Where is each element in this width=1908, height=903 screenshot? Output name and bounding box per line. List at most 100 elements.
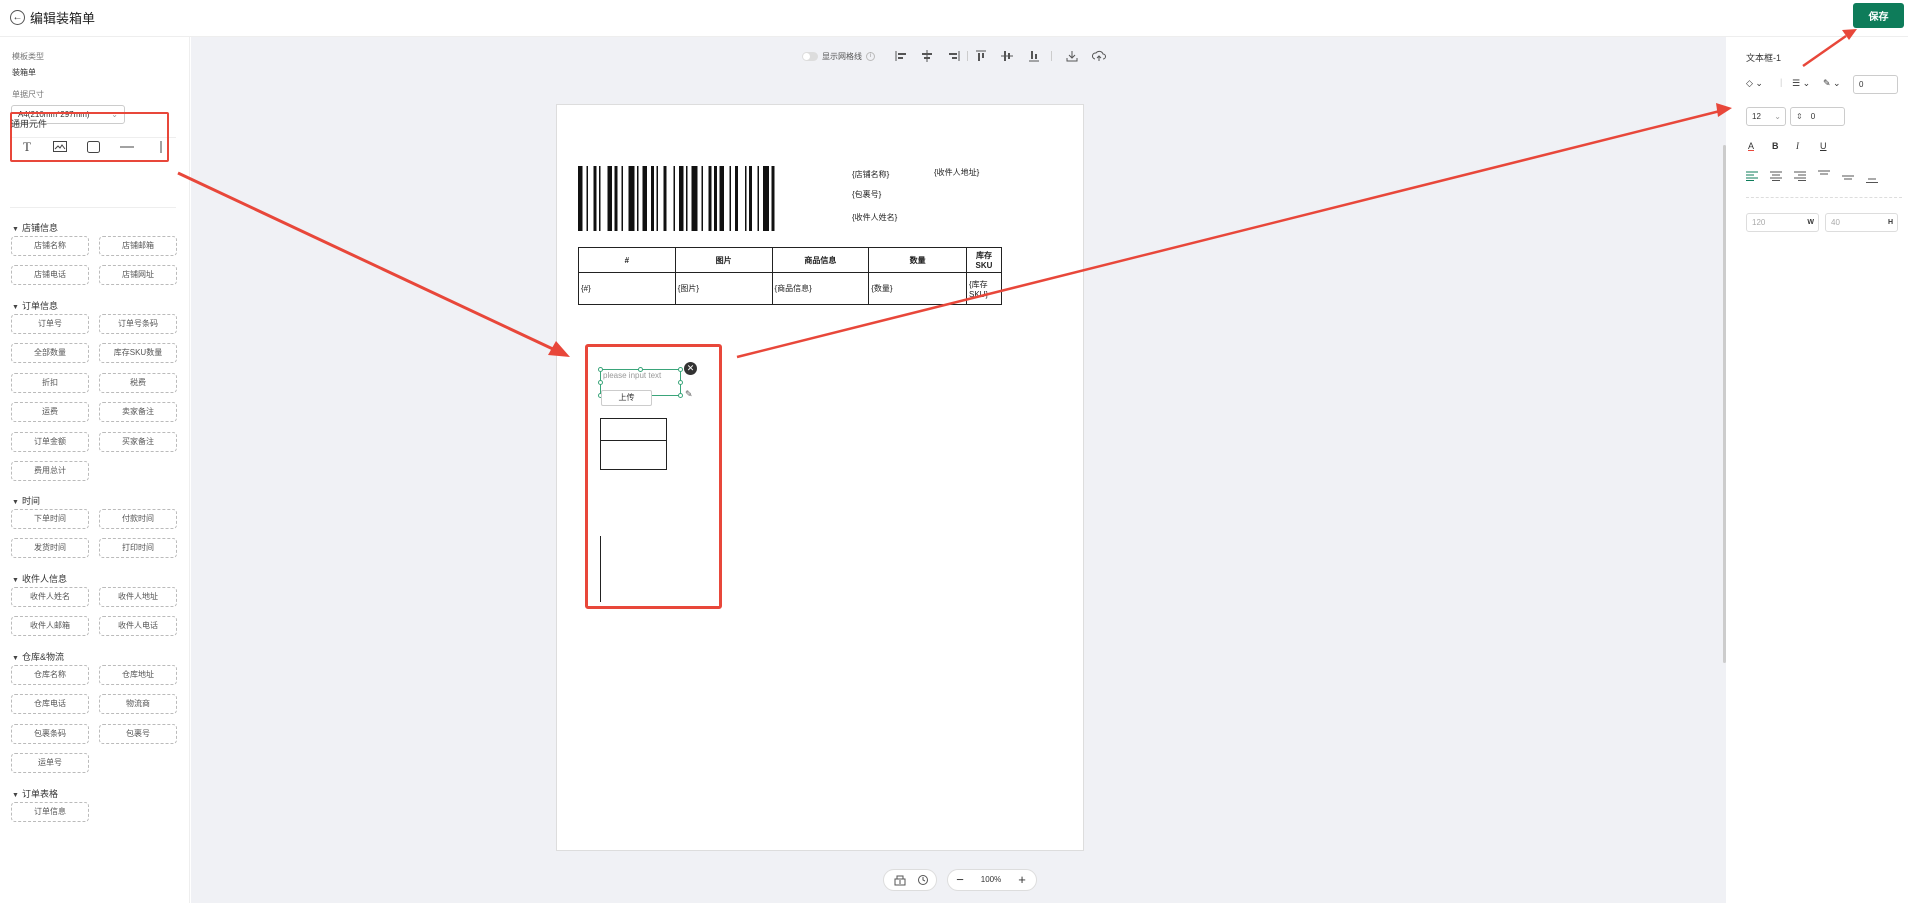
field-chip[interactable]: 仓库电话 <box>11 694 89 714</box>
field-chip[interactable]: 全部数量 <box>11 343 89 363</box>
text-align-right-icon[interactable] <box>1794 171 1806 181</box>
save-button[interactable]: 保存 <box>1853 3 1904 28</box>
section-title[interactable]: ▼ 订单信息 <box>12 299 58 312</box>
width-input[interactable]: 120 W <box>1746 213 1819 232</box>
recipient-address-placeholder[interactable]: {收件人地址} <box>934 167 979 178</box>
vertical-align-bottom-icon[interactable] <box>1866 174 1878 184</box>
field-chip[interactable]: 收件人电话 <box>99 616 177 636</box>
close-icon[interactable]: ✕ <box>684 362 697 375</box>
align-center-h-icon[interactable] <box>920 49 934 63</box>
height-input[interactable]: 40 H <box>1825 213 1898 232</box>
field-chip[interactable]: 费用总计 <box>11 461 89 481</box>
vertical-line-element[interactable] <box>600 536 601 602</box>
field-chip[interactable]: 订单号条码 <box>99 314 177 334</box>
align-left-icon[interactable] <box>894 49 908 63</box>
text-align-left-icon[interactable] <box>1746 171 1758 181</box>
field-chip[interactable]: 买家备注 <box>99 432 177 452</box>
font-color-button[interactable]: A <box>1748 141 1754 151</box>
field-chip[interactable]: 收件人姓名 <box>11 587 89 607</box>
field-chip[interactable]: 订单金额 <box>11 432 89 452</box>
field-chip[interactable]: 收件人地址 <box>99 587 177 607</box>
upload-button[interactable]: 上传 <box>601 390 652 406</box>
section-title-label: 时间 <box>21 496 40 506</box>
field-chip[interactable]: 运费 <box>11 402 89 422</box>
field-chip[interactable]: 税费 <box>99 373 177 393</box>
caret-down-icon: ▼ <box>12 577 19 584</box>
field-chip[interactable]: 物流商 <box>99 694 177 714</box>
section-title[interactable]: ▼ 收件人信息 <box>12 572 67 585</box>
import-icon[interactable] <box>1065 49 1079 63</box>
rect-tool-icon[interactable] <box>82 137 104 157</box>
field-chip[interactable]: 店铺邮箱 <box>99 236 177 256</box>
section-title[interactable]: ▼ 订单表格 <box>12 787 58 800</box>
resize-handle[interactable] <box>678 367 683 372</box>
field-chip[interactable]: 订单号 <box>11 314 89 334</box>
edit-icon[interactable]: ✎ <box>685 389 693 400</box>
border-style-icon[interactable]: ☰ ⌄ <box>1792 78 1810 89</box>
field-chip[interactable]: 店铺电话 <box>11 265 89 285</box>
bold-button[interactable]: B <box>1772 141 1779 151</box>
fill-color-icon[interactable]: ◇ ⌄ <box>1746 78 1763 89</box>
zoom-in-button[interactable]: + <box>1012 870 1032 890</box>
grid-toggle[interactable] <box>802 52 818 61</box>
field-chip[interactable]: 打印时间 <box>99 538 177 558</box>
resize-handle[interactable] <box>678 380 683 385</box>
italic-button[interactable]: I <box>1796 141 1799 151</box>
align-middle-icon[interactable] <box>1000 49 1014 63</box>
divider <box>10 207 176 208</box>
field-chip[interactable]: 店铺网址 <box>99 265 177 285</box>
align-bottom-icon[interactable] <box>1027 49 1041 63</box>
field-chip[interactable]: 店铺名称 <box>11 236 89 256</box>
field-chip[interactable]: 包裹号 <box>99 724 177 744</box>
field-chip[interactable]: 卖家备注 <box>99 402 177 422</box>
text-align-center-icon[interactable] <box>1770 171 1782 181</box>
resize-handle[interactable] <box>678 393 683 398</box>
border-color-icon[interactable]: ✎ ⌄ <box>1823 78 1841 89</box>
align-top-icon[interactable] <box>974 49 988 63</box>
order-items-table[interactable]: # 图片 商品信息 数量 库存SKU {#} {图片} {商品信息} {数量} … <box>578 247 1002 305</box>
field-chip[interactable]: 仓库地址 <box>99 665 177 685</box>
zoom-out-button[interactable]: − <box>950 870 970 890</box>
resize-handle[interactable] <box>598 367 603 372</box>
field-chip[interactable]: 仓库名称 <box>11 665 89 685</box>
font-size-select[interactable]: 12 ⌄ <box>1746 107 1786 126</box>
field-chip[interactable]: 运单号 <box>11 753 89 773</box>
text-tool-icon[interactable]: T <box>16 137 38 157</box>
barcode-bar <box>663 166 667 231</box>
line-height-input[interactable]: ⇕ 0 <box>1790 107 1845 126</box>
field-chip[interactable]: 库存SKU数量 <box>99 343 177 363</box>
field-chip[interactable]: 折扣 <box>11 373 89 393</box>
section-title[interactable]: ▼ 时间 <box>12 494 40 507</box>
barcode-element[interactable] <box>578 166 842 231</box>
vertical-align-middle-icon[interactable] <box>1842 173 1854 183</box>
section-title[interactable]: ▼ 仓库&物流 <box>12 650 64 663</box>
field-chip[interactable]: 下单时间 <box>11 509 89 529</box>
field-chip[interactable]: 收件人邮箱 <box>11 616 89 636</box>
table-cell: {图片} <box>674 272 773 305</box>
layers-icon[interactable] <box>894 874 906 886</box>
underline-button[interactable]: U <box>1820 141 1827 151</box>
field-chip[interactable]: 付款时间 <box>99 509 177 529</box>
image-tool-icon[interactable] <box>49 137 71 157</box>
vline-tool-icon[interactable] <box>150 137 172 157</box>
info-icon: i <box>866 52 875 61</box>
field-chip[interactable]: 订单信息 <box>11 802 89 822</box>
field-chip[interactable]: 包裹条码 <box>11 724 89 744</box>
arrow-left-icon[interactable]: ← <box>10 10 25 25</box>
field-chip[interactable]: 发货时间 <box>11 538 89 558</box>
align-right-icon[interactable] <box>947 49 961 63</box>
package-no-placeholder[interactable]: {包裹号} <box>852 189 881 200</box>
barcode-bar <box>614 166 618 231</box>
section-title[interactable]: ▼ 店铺信息 <box>12 221 58 234</box>
resize-handle[interactable] <box>598 380 603 385</box>
hline-tool-icon[interactable] <box>116 137 138 157</box>
section-title-label: 订单表格 <box>21 789 58 799</box>
cloud-upload-icon[interactable] <box>1092 49 1106 63</box>
border-width-input[interactable]: 0 <box>1853 75 1898 94</box>
rectangle-element[interactable] <box>600 418 667 470</box>
vertical-align-top-icon[interactable] <box>1818 170 1830 180</box>
resize-handle[interactable] <box>638 367 643 372</box>
store-name-placeholder[interactable]: {店铺名称} <box>852 169 889 180</box>
recipient-name-placeholder[interactable]: {收件人姓名} <box>852 212 897 223</box>
history-icon[interactable] <box>917 874 929 886</box>
